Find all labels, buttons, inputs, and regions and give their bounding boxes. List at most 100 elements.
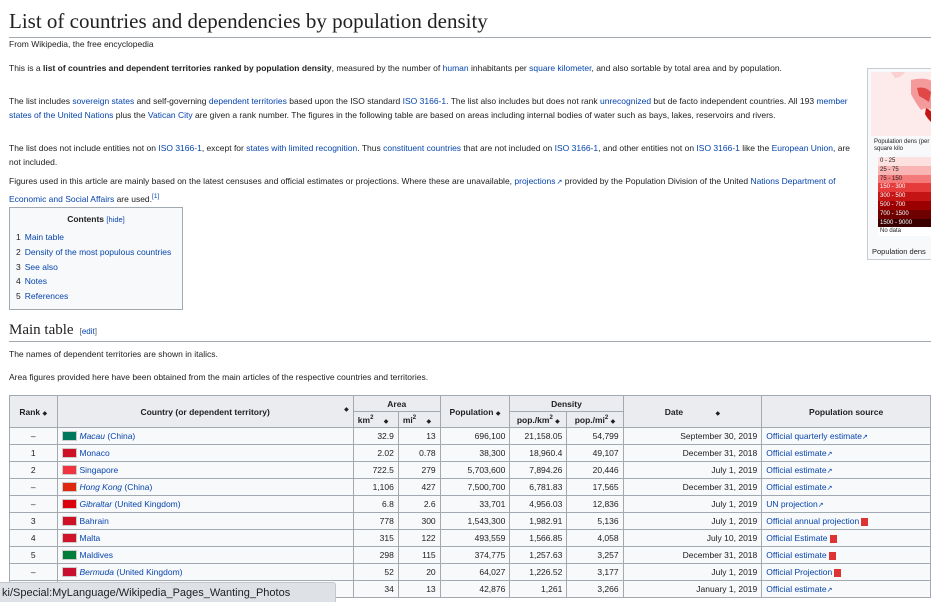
country-parent-link[interactable]: (United Kingdom) xyxy=(114,567,182,577)
text: are given a rank number. The figures in … xyxy=(192,109,776,120)
source-link[interactable]: Official Projection xyxy=(766,567,832,577)
status-bar-url: ki/Special:MyLanguage/Wikipedia_Pages_Wa… xyxy=(0,582,336,602)
toc-hide-link[interactable]: [hide] xyxy=(106,215,124,224)
link-dependent-territories[interactable]: dependent territories xyxy=(209,96,287,106)
text: that are not included on xyxy=(461,143,555,153)
external-link-icon: ↗ xyxy=(826,587,833,594)
country-parent-link[interactable]: (China) xyxy=(122,482,152,492)
link-european-union[interactable]: European Union xyxy=(772,143,833,153)
country-link[interactable]: Monaco xyxy=(80,448,110,458)
source-cell: Official estimate↗ xyxy=(761,478,931,496)
country-link[interactable]: Macau xyxy=(80,431,106,441)
section-heading-text: Main table xyxy=(9,322,74,338)
link-iso-3166-1[interactable]: ISO 3166-1 xyxy=(158,143,201,153)
toc-item[interactable]: 4 Notes xyxy=(16,274,171,289)
header-rank[interactable]: Rank ◆ xyxy=(9,395,58,428)
toc-item[interactable]: 5 References xyxy=(16,289,171,304)
toc-item-link[interactable]: References xyxy=(25,291,68,301)
source-link[interactable]: Official Estimate xyxy=(766,533,827,543)
population-cell: 64,027 xyxy=(439,563,511,581)
header-date[interactable]: Date ◆ xyxy=(622,395,763,428)
external-link-icon: ↗ xyxy=(817,502,824,509)
density-map-box: Population dens (per square kilo 0 - 25 2… xyxy=(867,68,931,260)
country-link[interactable]: Bermuda xyxy=(80,567,115,577)
edit-link[interactable]: edit xyxy=(82,327,95,336)
population-cell: 1,543,300 xyxy=(439,512,511,530)
toc-item-link[interactable]: See also xyxy=(25,262,58,272)
pdf-icon xyxy=(828,551,836,560)
date-cell: December 31, 2018 xyxy=(622,444,763,462)
header-pop-mi2[interactable]: pop./mi2 ◆ xyxy=(566,411,624,428)
country-cell: Hong Kong (China) xyxy=(56,478,354,496)
country-link[interactable]: Maldives xyxy=(80,550,114,560)
country-parent-link[interactable]: (China) xyxy=(105,431,135,441)
toc-item-link[interactable]: Main table xyxy=(25,232,64,242)
link-iso-3166-1[interactable]: ISO 3166-1 xyxy=(555,143,598,153)
header-pop-km2[interactable]: pop./km2 ◆ xyxy=(509,411,568,428)
country-parent-link[interactable]: (United Kingdom) xyxy=(112,499,180,509)
toc-item[interactable]: 3 See also xyxy=(16,260,171,275)
date-cell: July 1, 2019 xyxy=(622,512,763,530)
header-area: Area xyxy=(352,395,441,412)
pdf-icon xyxy=(829,534,837,543)
text: are used. xyxy=(114,193,153,204)
toc-item-link[interactable]: Notes xyxy=(25,276,47,286)
link-projections[interactable]: projections xyxy=(514,176,562,186)
source-link[interactable]: Official estimate xyxy=(766,550,826,560)
country-link[interactable]: Bahrain xyxy=(80,516,109,526)
source-link[interactable]: Official annual projection xyxy=(766,516,859,526)
country-link[interactable]: Malta xyxy=(80,533,101,543)
world-map-image[interactable] xyxy=(871,72,931,136)
source-link[interactable]: Official estimate xyxy=(766,482,826,492)
link-constituent-countries[interactable]: constituent countries xyxy=(383,143,461,153)
link-iso-3166-1[interactable]: ISO 3166-1 xyxy=(696,143,739,153)
flag-icon xyxy=(61,482,77,493)
header-country[interactable]: Country (or dependent territory) ◆ xyxy=(56,395,354,428)
toc-item-link[interactable]: Density of the most populous countries xyxy=(25,247,171,257)
source-link[interactable]: Official estimate xyxy=(766,584,826,594)
link-sovereign-states[interactable]: sovereign states xyxy=(72,96,134,106)
link-vatican-city[interactable]: Vatican City xyxy=(148,110,193,120)
country-link[interactable]: Gibraltar xyxy=(80,499,113,509)
density-mi2-cell: 3,266 xyxy=(566,580,624,598)
flag-icon xyxy=(61,431,77,442)
header-population[interactable]: Population ◆ xyxy=(439,395,511,428)
link-limited-recognition[interactable]: states with limited recognition xyxy=(246,143,357,153)
country-link[interactable]: Hong Kong xyxy=(80,482,123,492)
header-km2[interactable]: km2 ◆ xyxy=(352,411,399,428)
toc-item[interactable]: 1 Main table xyxy=(16,230,171,245)
density-km2-cell: 4,956.03 xyxy=(509,495,568,513)
date-cell: July 1, 2019 xyxy=(622,495,763,513)
country-link[interactable]: Singapore xyxy=(80,465,119,475)
area-km2-cell: 1,106 xyxy=(352,478,399,496)
population-cell: 38,300 xyxy=(439,444,511,462)
text: , and other entities not on xyxy=(598,143,697,153)
legend-item: 75 - 150 xyxy=(878,174,931,184)
flag-icon xyxy=(61,448,77,459)
source-link[interactable]: Official estimate xyxy=(766,465,826,475)
link-human[interactable]: human xyxy=(443,63,469,73)
toc-item[interactable]: 2 Density of the most populous countries xyxy=(16,245,171,260)
source-link[interactable]: UN projection xyxy=(766,499,818,509)
source-cell: Official Projection xyxy=(761,563,931,581)
toc-title-text: Contents xyxy=(67,214,105,224)
intro-paragraph-3: The list does not include entities not o… xyxy=(9,142,851,169)
source-link[interactable]: Official estimate xyxy=(766,448,826,458)
text-bold: list of countries and dependent territor… xyxy=(43,63,332,73)
population-cell: 7,500,700 xyxy=(439,478,511,496)
tagline: From Wikipedia, the free encyclopedia xyxy=(9,39,154,49)
rank-cell: – xyxy=(9,563,58,581)
link-square-kilometer[interactable]: square kilometer xyxy=(529,63,591,73)
citation-link[interactable]: [1] xyxy=(152,193,159,200)
density-km2-cell: 1,261 xyxy=(509,580,568,598)
legend-item: No data xyxy=(878,227,931,237)
header-mi2[interactable]: mi2 ◆ xyxy=(397,411,441,428)
external-link-icon: ↗ xyxy=(826,468,833,475)
link-iso-3166-1[interactable]: ISO 3166-1 xyxy=(403,96,446,106)
link-unrecognized[interactable]: unrecognized xyxy=(600,96,651,106)
area-mi2-cell: 122 xyxy=(397,529,441,547)
toc-list: 1 Main table 2 Density of the most populous… xyxy=(16,230,171,304)
toc-item-number: 4 xyxy=(16,276,21,287)
source-link[interactable]: Official quarterly estimate xyxy=(766,431,862,441)
population-cell: 42,876 xyxy=(439,580,511,598)
